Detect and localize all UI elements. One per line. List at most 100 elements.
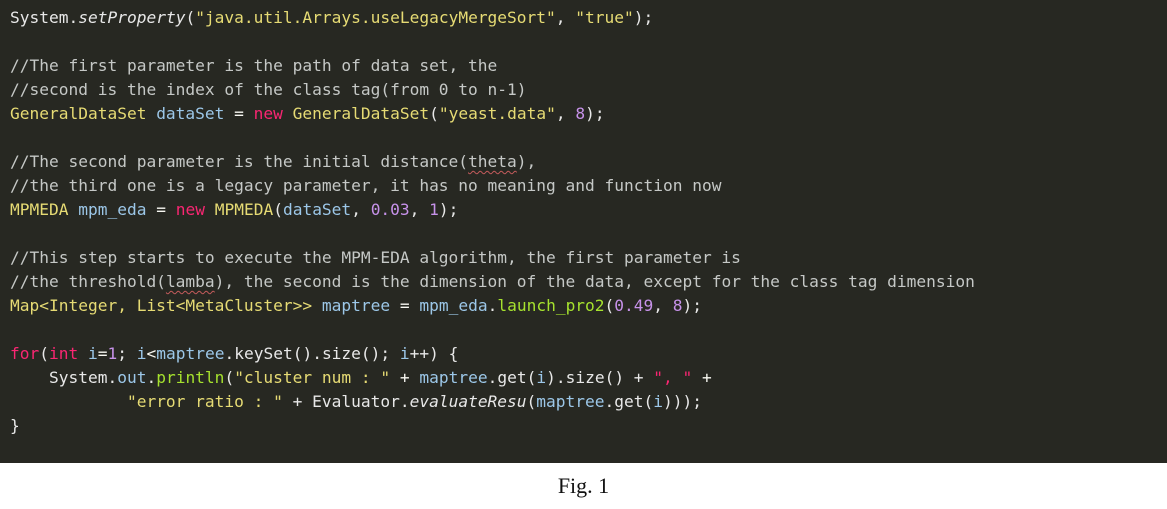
- code-token: ;: [117, 344, 137, 363]
- code-token: for: [10, 344, 40, 363]
- code-token: +: [390, 368, 420, 387]
- code-token: GeneralDataSet: [292, 104, 430, 123]
- code-token: ),: [516, 152, 537, 171]
- code-line: //The first parameter is the path of dat…: [10, 54, 1167, 78]
- code-token: lamba: [165, 272, 215, 291]
- code-line: System.setProperty("java.util.Arrays.use…: [10, 6, 1167, 30]
- code-token: =: [97, 344, 108, 363]
- code-token: 1: [429, 200, 439, 219]
- code-token: }: [10, 416, 20, 435]
- code-token: 8: [575, 104, 586, 123]
- code-token: maptree: [536, 392, 605, 411]
- code-token: evaluateResu: [409, 392, 527, 411]
- code-line: }: [10, 414, 1167, 438]
- code-token: (: [273, 200, 283, 219]
- code-token: .keySet().size();: [224, 344, 400, 363]
- code-token: );: [585, 104, 605, 123]
- code-token: (: [39, 344, 49, 363]
- code-token: //The second parameter is the initial di…: [10, 152, 469, 171]
- code-token: );: [438, 200, 459, 219]
- code-token: ).size() +: [546, 368, 654, 387]
- code-token: (: [185, 8, 196, 27]
- code-token: (: [429, 104, 439, 123]
- code-token: .get(: [604, 392, 654, 411]
- code-token: theta: [468, 152, 517, 171]
- figure-caption: Fig. 1: [557, 473, 610, 498]
- code-token: ,: [555, 8, 576, 27]
- code-token: Map<Integer, List<MetaCluster>>: [10, 296, 322, 315]
- code-token: dataSet: [282, 200, 352, 219]
- code-token: 0.03: [370, 200, 410, 219]
- code-token: 8: [672, 296, 683, 315]
- code-token: GeneralDataSet: [10, 104, 157, 123]
- code-line: Map<Integer, List<MetaCluster>> maptree …: [10, 294, 1167, 318]
- code-token: (: [224, 368, 235, 387]
- code-token: +: [692, 368, 712, 387]
- code-token: .: [146, 368, 157, 387]
- code-token: i: [88, 344, 98, 363]
- code-token: "yeast.data": [438, 104, 556, 123]
- code-token: mpm_eda: [419, 296, 488, 315]
- code-token: i: [653, 392, 664, 411]
- code-token: //The first parameter is the path of dat…: [10, 56, 498, 75]
- code-token: int: [49, 344, 79, 363]
- code-token: ,: [555, 104, 576, 123]
- code-token: MPMEDA: [214, 200, 274, 219]
- code-line: for(int i=1; i<maptree.keySet().size(); …: [10, 342, 1167, 366]
- code-token: <: [146, 344, 157, 363]
- code-token: (: [604, 296, 615, 315]
- code-token: );: [633, 8, 654, 27]
- code-token: System.: [10, 368, 118, 387]
- code-token: //second is the index of the class tag(f…: [10, 80, 527, 99]
- code-token: ", ": [653, 368, 693, 387]
- code-block: System.setProperty("java.util.Arrays.use…: [0, 0, 1167, 463]
- code-token: launch_pro2: [497, 296, 605, 315]
- code-token: ,: [653, 296, 673, 315]
- code-token: .: [487, 296, 498, 315]
- code-token: MPMEDA: [10, 200, 79, 219]
- code-token: 1: [107, 344, 118, 363]
- code-token: i: [536, 368, 547, 387]
- code-line: //The second parameter is the initial di…: [10, 150, 1167, 174]
- code-token: dataSet: [156, 104, 225, 123]
- code-token: maptree: [156, 344, 225, 363]
- code-token: setProperty: [78, 8, 186, 27]
- code-token: //the third one is a legacy parameter, i…: [10, 176, 722, 195]
- code-token: );: [682, 296, 703, 315]
- code-line: MPMEDA mpm_eda = new MPMEDA(dataSet, 0.0…: [10, 198, 1167, 222]
- code-token: //This step starts to execute the MPM-ED…: [10, 248, 741, 267]
- code-token: mpm_eda: [78, 200, 147, 219]
- code-token: new: [175, 200, 205, 219]
- code-token: println: [156, 368, 225, 387]
- code-line: GeneralDataSet dataSet = new GeneralData…: [10, 102, 1167, 126]
- code-token: new: [253, 104, 283, 123]
- code-token: .get(: [487, 368, 537, 387]
- code-token: =: [390, 296, 420, 315]
- code-token: =: [224, 104, 254, 123]
- code-token: ), the second is the dimension of the da…: [214, 272, 975, 291]
- code-token: )));: [663, 392, 702, 411]
- code-token: (: [526, 392, 537, 411]
- code-token: out: [117, 368, 147, 387]
- code-line: //second is the index of the class tag(f…: [10, 78, 1167, 102]
- code-line: System.out.println("cluster num : " + ma…: [10, 366, 1167, 390]
- code-line: //This step starts to execute the MPM-ED…: [10, 246, 1167, 270]
- code-token: "java.util.Arrays.useLegacyMergeSort": [195, 8, 556, 27]
- code-token: i: [399, 344, 410, 363]
- code-token: i: [136, 344, 147, 363]
- code-token: //the threshold(: [10, 272, 166, 291]
- code-token: ,: [409, 200, 430, 219]
- code-token: ,: [351, 200, 371, 219]
- code-line: //the third one is a legacy parameter, i…: [10, 174, 1167, 198]
- code-token: "cluster num : ": [234, 368, 391, 387]
- code-token: 0.49: [614, 296, 654, 315]
- code-token: + Evaluator.: [282, 392, 410, 411]
- code-token: =: [146, 200, 176, 219]
- code-token: ++) {: [409, 344, 459, 363]
